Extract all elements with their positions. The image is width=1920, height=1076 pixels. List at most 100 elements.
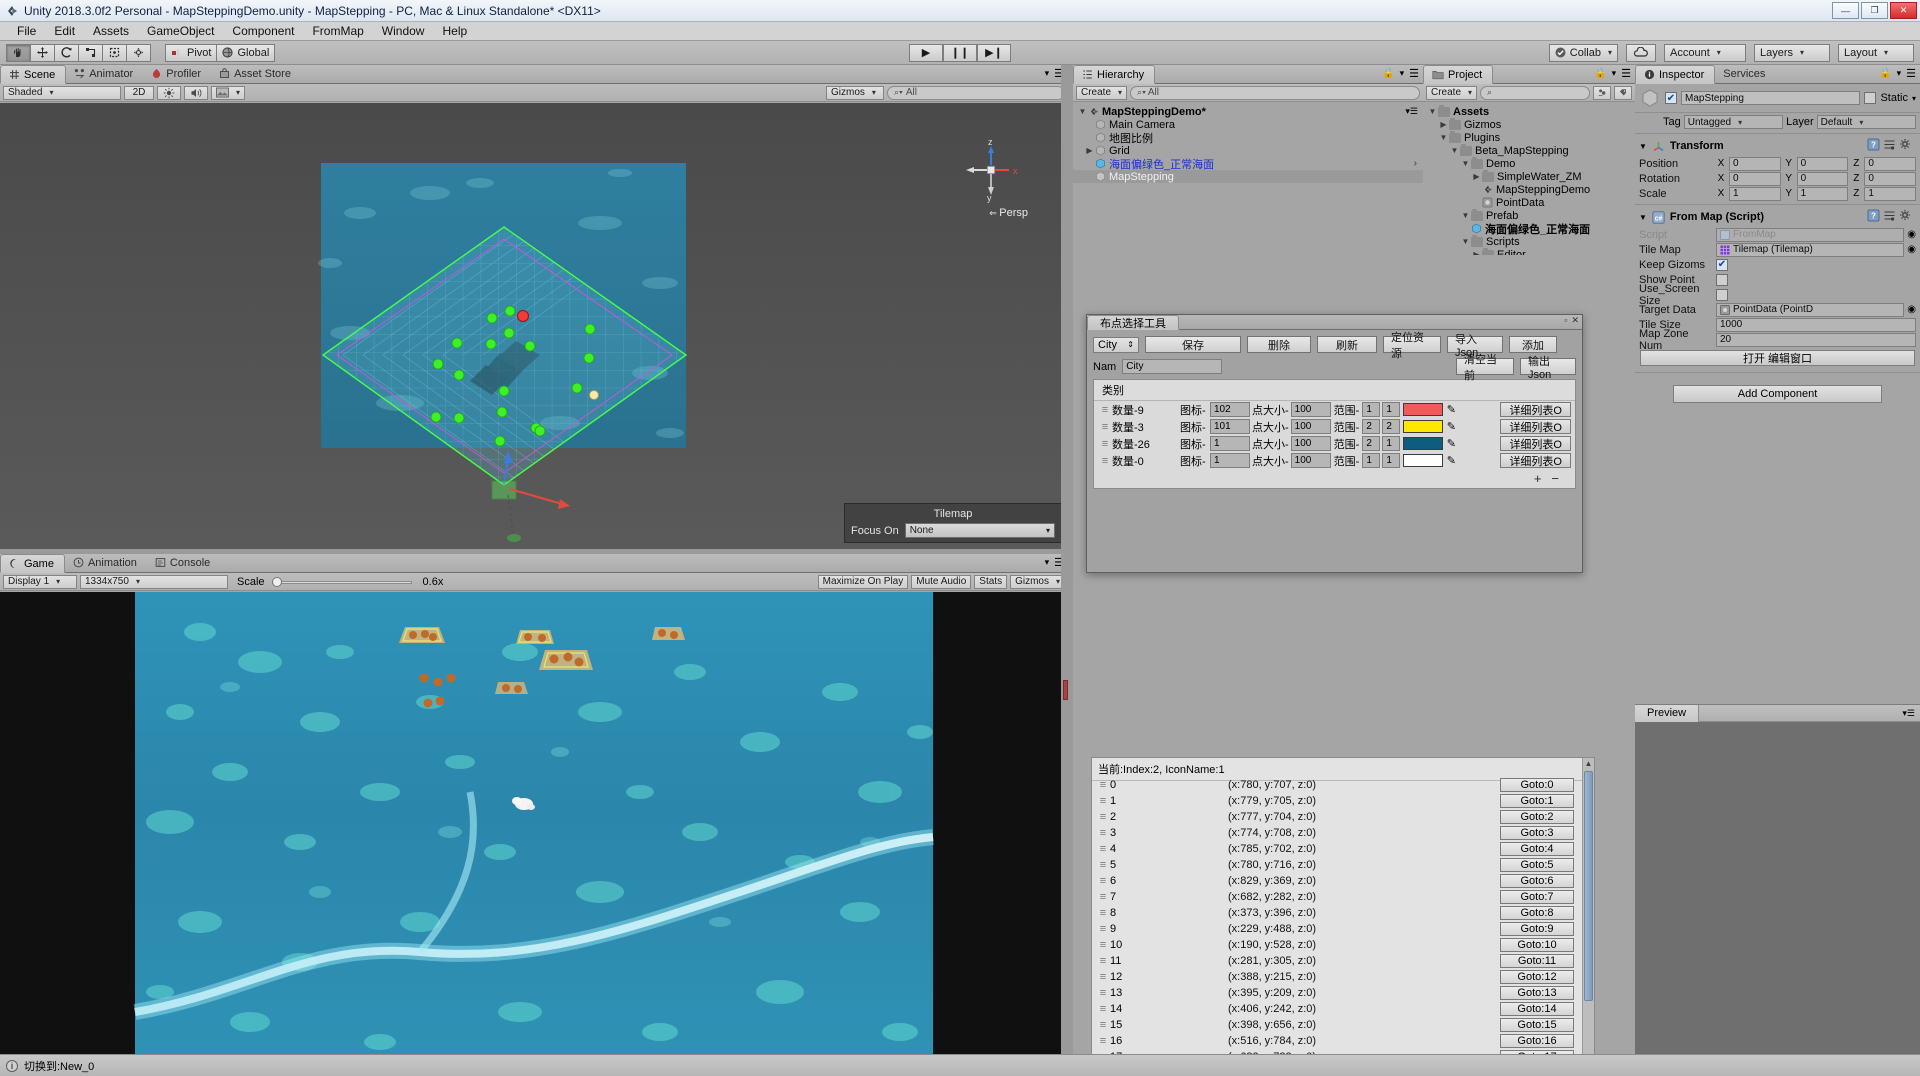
layers-button[interactable]: Layers <box>1754 43 1830 62</box>
point-list-scrollbar[interactable]: ▲ ▼ <box>1582 758 1594 1075</box>
close-button[interactable]: ✕ <box>1890 2 1917 19</box>
drag-handle-icon[interactable]: ≡ <box>1096 971 1110 983</box>
drag-handle-icon[interactable]: ≡ <box>1096 939 1110 951</box>
layout-button[interactable]: Layout <box>1838 43 1914 62</box>
scrollbar-thumb[interactable] <box>1584 771 1593 1001</box>
rotation-x-input[interactable]: 0 <box>1729 171 1781 186</box>
play-button[interactable]: ▶ <box>909 43 943 62</box>
scroll-up-icon[interactable]: ▲ <box>1583 758 1594 769</box>
drag-handle-icon[interactable]: ≡ <box>1096 795 1110 807</box>
color-swatch[interactable] <box>1403 403 1444 416</box>
lock-icon[interactable]: 🔒 <box>1879 68 1891 79</box>
tab-scene[interactable]: Scene <box>0 65 67 84</box>
detail-list-button[interactable]: 详细列表O <box>1500 453 1571 468</box>
twisty-open-icon[interactable]: ▼ <box>1460 211 1471 220</box>
scene-search-input[interactable]: ⌕▾ All <box>887 85 1065 100</box>
menu-item-window[interactable]: Window <box>373 22 434 40</box>
scale-tool-icon[interactable] <box>78 43 102 62</box>
hierarchy-row-sea-prefab[interactable]: 海面偏绿色_正常海面 › <box>1073 157 1423 171</box>
tab-animation[interactable]: Animation <box>65 553 147 572</box>
remove-row-button[interactable]: − <box>1551 471 1559 486</box>
show-point-checkbox[interactable] <box>1716 273 1728 286</box>
cloud-icon[interactable] <box>1626 43 1656 62</box>
position-y-input[interactable]: 0 <box>1796 156 1849 171</box>
display-dropdown[interactable]: Display 1 <box>3 574 77 589</box>
project-row-assets[interactable]: ▼ Assets <box>1423 104 1635 118</box>
drag-handle-icon[interactable]: ≡ <box>1096 923 1110 935</box>
point-placement-tool-window[interactable]: 布点选择工具 ▫ ✕ City ⇕ 保存 删除 刷新 定位资源 导入Json 添… <box>1086 314 1583 573</box>
project-filter-type-icon[interactable] <box>1593 85 1611 100</box>
twisty-open-icon[interactable]: ▼ <box>1449 146 1460 155</box>
menu-item-help[interactable]: Help <box>433 22 476 40</box>
project-row-beta-mapstepping[interactable]: ▼ Beta_MapStepping <box>1423 143 1635 157</box>
drag-handle-icon[interactable]: ≡ <box>1098 438 1112 450</box>
goto-button[interactable]: Goto:5 <box>1500 858 1574 872</box>
account-button[interactable]: Account <box>1664 43 1746 62</box>
add-button[interactable]: 添加 <box>1509 336 1557 353</box>
project-row-mapsteppingdemo[interactable]: MapSteppingDemo <box>1423 183 1635 196</box>
step-button[interactable]: ▶❙ <box>977 43 1011 62</box>
point-size-input[interactable]: 100 <box>1290 453 1331 468</box>
static-checkbox[interactable] <box>1864 92 1877 104</box>
list-item[interactable]: ≡ 5 (x:780, y:716, z:0) Goto:5 <box>1092 857 1582 873</box>
layer-dropdown[interactable]: Default <box>1816 115 1916 129</box>
drag-handle-icon[interactable]: ≡ <box>1096 1035 1110 1047</box>
target-data-object-field[interactable]: PointData (PointD <box>1716 302 1905 317</box>
list-item[interactable]: ≡ 0 (x:780, y:707, z:0) Goto:0 <box>1092 777 1582 793</box>
list-item[interactable]: ≡ 15 (x:398, y:656, z:0) Goto:15 <box>1092 1017 1582 1033</box>
list-item[interactable]: ≡ 9 (x:229, y:488, z:0) Goto:9 <box>1092 921 1582 937</box>
toolwindow-close-icon[interactable]: ✕ <box>1571 315 1579 326</box>
list-item[interactable]: ≡ 2 (x:777, y:704, z:0) Goto:2 <box>1092 809 1582 825</box>
list-item[interactable]: ≡ 4 (x:785, y:702, z:0) Goto:4 <box>1092 841 1582 857</box>
goto-button[interactable]: Goto:7 <box>1500 890 1574 904</box>
game-gizmos-dropdown[interactable]: Gizmos <box>1010 574 1065 589</box>
hierarchy-row-map-scale[interactable]: 地图比例 <box>1073 131 1423 145</box>
pivot-button[interactable]: Pivot <box>165 43 217 62</box>
list-item[interactable]: ≡ 1 (x:779, y:705, z:0) Goto:1 <box>1092 793 1582 809</box>
drag-handle-icon[interactable]: ≡ <box>1096 955 1110 967</box>
gizmos-dropdown[interactable]: Gizmos <box>826 85 884 100</box>
goto-button[interactable]: Goto:12 <box>1500 970 1574 984</box>
inspector-panel-menu[interactable]: 🔒 ▾ ☰ <box>1879 67 1916 80</box>
hierarchy-search-input[interactable]: ⌕▾ All <box>1130 85 1420 100</box>
range-2-input[interactable]: 1 <box>1382 436 1401 451</box>
range-2-input[interactable]: 1 <box>1382 402 1401 417</box>
add-row-button[interactable]: + <box>1534 471 1542 486</box>
drag-handle-icon[interactable]: ≡ <box>1098 404 1112 416</box>
preset-icon[interactable] <box>1883 138 1896 154</box>
locate-asset-button[interactable]: 定位资源 <box>1383 332 1441 360</box>
drag-handle-icon[interactable]: ≡ <box>1096 827 1110 839</box>
object-picker-icon[interactable]: ◉ <box>1907 244 1916 255</box>
tile-size-input[interactable]: 1000 <box>1716 317 1916 332</box>
goto-button[interactable]: Goto:16 <box>1500 1034 1574 1048</box>
mute-audio-button[interactable]: Mute Audio <box>911 574 972 589</box>
goto-button[interactable]: Goto:1 <box>1500 794 1574 808</box>
twisty-open-icon[interactable]: ▼ <box>1460 237 1471 246</box>
list-item[interactable]: ≡ 16 (x:516, y:784, z:0) Goto:16 <box>1092 1033 1582 1049</box>
use-screen-size-checkbox[interactable] <box>1716 288 1728 301</box>
export-json-button[interactable]: 输出Json <box>1520 356 1576 381</box>
scene-render[interactable]: z y x ⇐ Persp Tilemap Focus On None ▾ <box>0 103 1068 549</box>
project-panel-menu[interactable]: 🔒 ▾ ☰ <box>1594 67 1631 80</box>
frommap-header[interactable]: ▼ c# From Map (Script) ? <box>1635 207 1920 227</box>
tab-project[interactable]: Project <box>1423 65 1494 84</box>
project-row-editor[interactable]: ▶ Editor <box>1423 247 1635 255</box>
drag-handle-icon[interactable]: ≡ <box>1096 811 1110 823</box>
hierarchy-row-scene[interactable]: ▼ MapSteppingDemo* ▾☰ <box>1073 105 1423 118</box>
twisty-open-icon[interactable]: ▼ <box>1427 107 1438 116</box>
tab-profiler[interactable]: Profiler <box>143 64 211 83</box>
lock-icon[interactable]: 🔒 <box>1594 68 1606 79</box>
project-filter-label-icon[interactable] <box>1614 85 1632 100</box>
scale-y-input[interactable]: 1 <box>1796 186 1849 201</box>
range-1-input[interactable]: 1 <box>1362 402 1381 417</box>
project-row-plugins[interactable]: ▼ Plugins <box>1423 130 1635 144</box>
maximize-on-play-button[interactable]: Maximize On Play <box>817 574 909 589</box>
drag-handle-icon[interactable]: ≡ <box>1096 891 1110 903</box>
delete-button[interactable]: 删除 <box>1247 336 1311 353</box>
goto-button[interactable]: Goto:10 <box>1500 938 1574 952</box>
pause-button[interactable]: ❙❙ <box>943 43 977 62</box>
tilemap-object-field[interactable]: Tilemap (Tilemap) <box>1716 242 1905 257</box>
goto-button[interactable]: Goto:8 <box>1500 906 1574 920</box>
scale-x-input[interactable]: 1 <box>1729 186 1781 201</box>
tab-inspector[interactable]: Inspector <box>1635 65 1716 84</box>
